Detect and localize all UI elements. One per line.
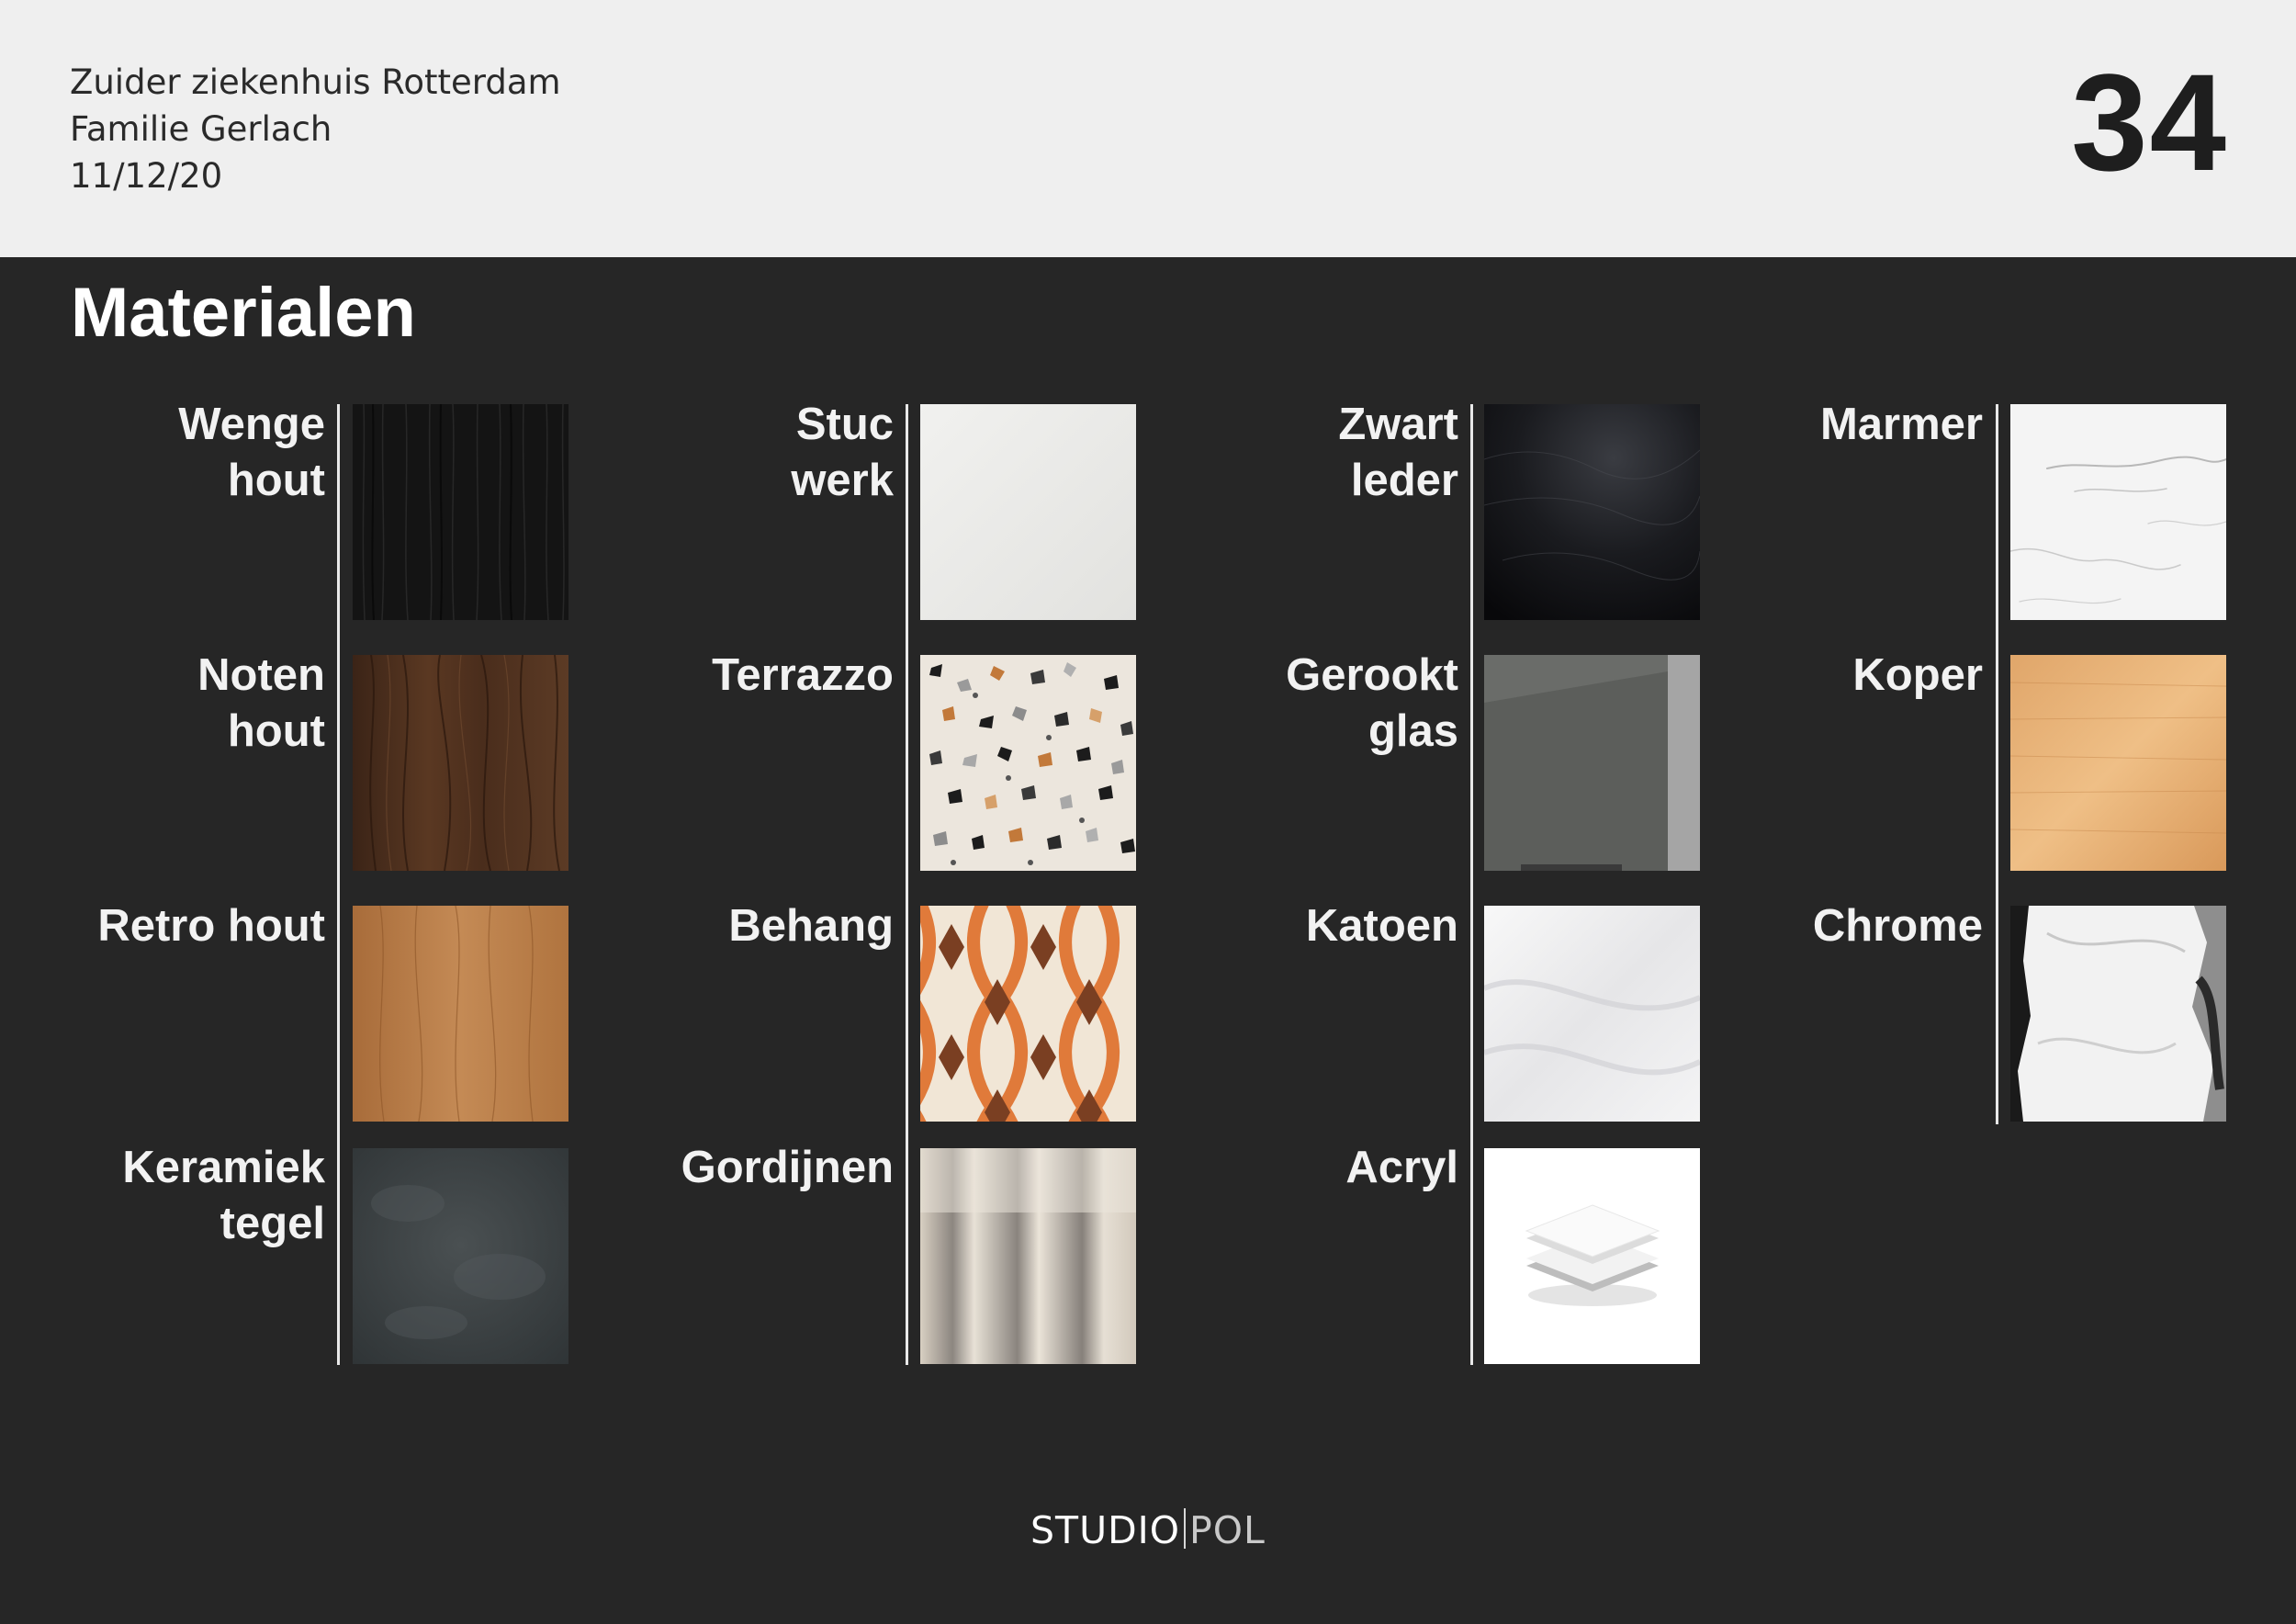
acrylic-swatch bbox=[1484, 1148, 1700, 1364]
logo-separator bbox=[1184, 1508, 1187, 1549]
copper-swatch bbox=[2010, 655, 2226, 871]
cotton-swatch bbox=[1484, 906, 1700, 1122]
material-label: Behang bbox=[728, 901, 894, 951]
walnut-wood-swatch bbox=[353, 655, 568, 871]
material-label: Zwart leder bbox=[1338, 400, 1458, 505]
column-divider bbox=[1470, 404, 1473, 1365]
material-label: Wenge hout bbox=[178, 400, 325, 505]
marble-swatch bbox=[2010, 404, 2226, 620]
material-label: Keramiek tegel bbox=[122, 1143, 325, 1248]
wenge-wood-swatch bbox=[353, 404, 568, 620]
smoked-glass-swatch bbox=[1484, 655, 1700, 871]
ceramic-tile-swatch bbox=[353, 1148, 568, 1364]
black-leather-swatch bbox=[1484, 404, 1700, 620]
curtains-swatch bbox=[920, 1148, 1136, 1364]
material-label: Katoen bbox=[1305, 901, 1458, 951]
column-divider bbox=[337, 404, 340, 1365]
date: 11/12/20 bbox=[70, 156, 223, 196]
page-title: Materialen bbox=[71, 274, 416, 352]
retro-wood-swatch bbox=[353, 906, 568, 1122]
column-divider bbox=[906, 404, 908, 1365]
material-label: Gerookt glas bbox=[1286, 650, 1458, 756]
studio-pol-logo: STUDIO POL bbox=[1030, 1508, 1266, 1552]
terrazzo-swatch bbox=[920, 655, 1136, 871]
material-label: Noten hout bbox=[197, 650, 325, 756]
material-label: Chrome bbox=[1812, 901, 1983, 951]
stucco-swatch bbox=[920, 404, 1136, 620]
material-label: Acryl bbox=[1345, 1143, 1458, 1192]
client-name: Familie Gerlach bbox=[70, 109, 332, 149]
page-number: 34 bbox=[2071, 45, 2228, 199]
material-label: Terrazzo bbox=[712, 650, 894, 700]
material-label: Marmer bbox=[1819, 400, 1983, 449]
retro-wallpaper-swatch bbox=[920, 906, 1136, 1122]
project-name: Zuider ziekenhuis Rotterdam bbox=[70, 62, 561, 102]
material-label: Koper bbox=[1852, 650, 1983, 700]
chrome-swatch bbox=[2010, 906, 2226, 1122]
material-label: Stuc werk bbox=[791, 400, 894, 505]
column-divider bbox=[1996, 404, 1998, 1124]
material-label: Gordijnen bbox=[681, 1143, 894, 1192]
header-bar: Zuider ziekenhuis Rotterdam Familie Gerl… bbox=[0, 0, 2296, 257]
material-label: Retro hout bbox=[97, 901, 325, 951]
